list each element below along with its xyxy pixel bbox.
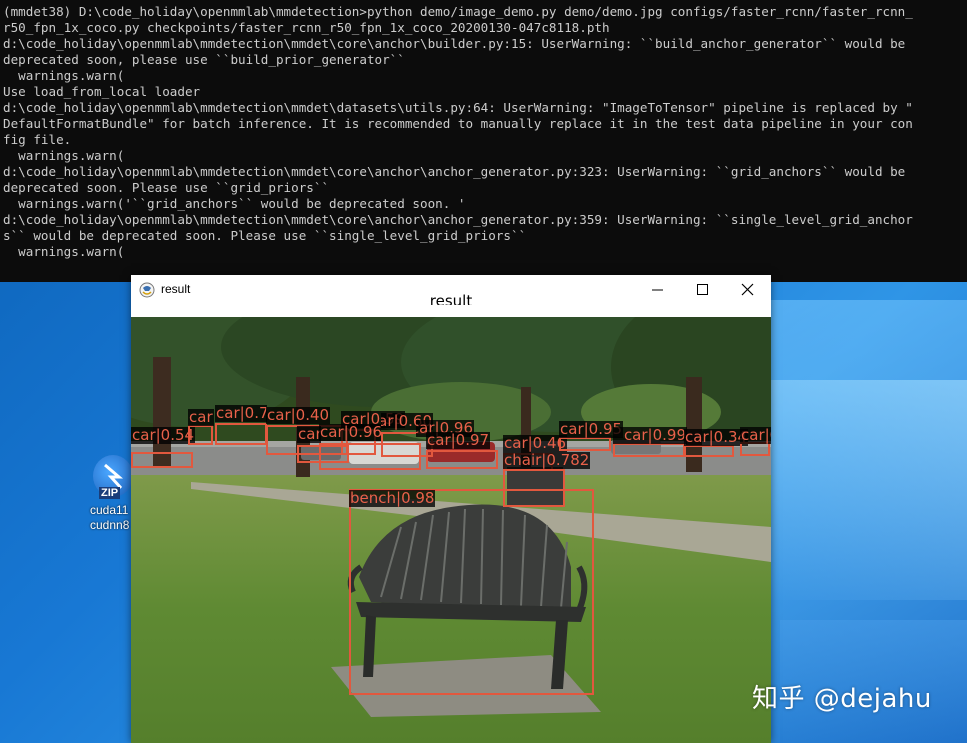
console-line: warnings.warn( <box>3 68 125 83</box>
detection-label: car|0.77 <box>215 405 267 422</box>
detection-box <box>215 423 267 445</box>
detection-box <box>426 450 498 469</box>
detection-label: car|0.73 <box>740 427 771 444</box>
plot-title: result <box>429 294 473 305</box>
zip-badge: ZIP <box>99 487 121 499</box>
result-window[interactable]: result result car|0.54 car car|0.7 car|0… <box>131 275 771 743</box>
detection-label: car|0.43 <box>188 409 214 426</box>
console-line: DefaultFormatBundle" for batch inference… <box>3 116 913 131</box>
detection-label: car|0.97 <box>426 431 491 449</box>
detection-label: car|0.53 <box>297 426 321 443</box>
detection-label: car|0.96 <box>319 424 381 441</box>
console-line: Use load_from_local loader <box>3 84 201 99</box>
desktop-wallpaper-glow <box>770 380 967 600</box>
console-line: (mmdet38) D:\code_holiday\openmmlab\mmde… <box>3 4 913 19</box>
console-output: (mmdet38) D:\code_holiday\openmmlab\mmde… <box>0 0 967 260</box>
console-line: d:\code_holiday\openmmlab\mmdetection\mm… <box>3 164 906 179</box>
console-line: d:\code_holiday\openmmlab\mmdetection\mm… <box>3 36 906 51</box>
console-line: warnings.warn('``grid_anchors`` would be… <box>3 196 466 211</box>
detection-box <box>684 445 734 457</box>
detection-label: bench|0.98 <box>349 489 436 507</box>
console-line: fig file. <box>3 132 72 147</box>
detection-label: car|0.54 <box>131 426 196 444</box>
zhihu-watermark: 知乎 @dejahu <box>752 684 932 714</box>
detection-label: car|0.99 <box>613 427 687 444</box>
console-window[interactable]: (mmdet38) D:\code_holiday\openmmlab\mmde… <box>0 0 967 282</box>
console-line: deprecated soon, please use ``build_prio… <box>3 52 405 67</box>
detection-box <box>349 489 594 695</box>
detection-label: car|0.40 <box>266 406 331 424</box>
console-line: d:\code_holiday\openmmlab\mmdetection\mm… <box>3 212 913 227</box>
console-line: warnings.warn( <box>3 148 125 163</box>
console-line: deprecated soon. Please use ``grid_prior… <box>3 180 330 195</box>
desktop-icon-label-line: cudnn8 <box>90 518 130 532</box>
console-line: d:\code_holiday\openmmlab\mmdetection\mm… <box>3 100 913 115</box>
detection-label: car|0.46 <box>503 434 568 452</box>
detection-label: car|0.34 <box>684 428 749 446</box>
console-line: s`` would be deprecated soon. Please use… <box>3 228 527 243</box>
detection-box <box>613 443 685 457</box>
detection-box <box>188 425 213 445</box>
console-line: r50_fpn_1x_coco.py checkpoints/faster_rc… <box>3 20 610 35</box>
detection-label: chair|0.782 <box>503 451 591 469</box>
detection-box <box>740 442 770 456</box>
result-image: car|0.54 car|0.43 car|0.77 car|0.40 car|… <box>131 317 771 743</box>
detection-box <box>559 437 611 451</box>
zip-archive-icon: ZIP <box>93 455 133 499</box>
desktop-icon-label: cuda11 cudnn8 <box>90 503 136 533</box>
desktop-icon-label-line: cuda11 <box>90 503 129 517</box>
detection-box <box>131 452 193 468</box>
console-line: warnings.warn( <box>3 244 125 259</box>
desktop-icon-cuda-zip[interactable]: ZIP cuda11 cudnn8 <box>90 455 136 533</box>
